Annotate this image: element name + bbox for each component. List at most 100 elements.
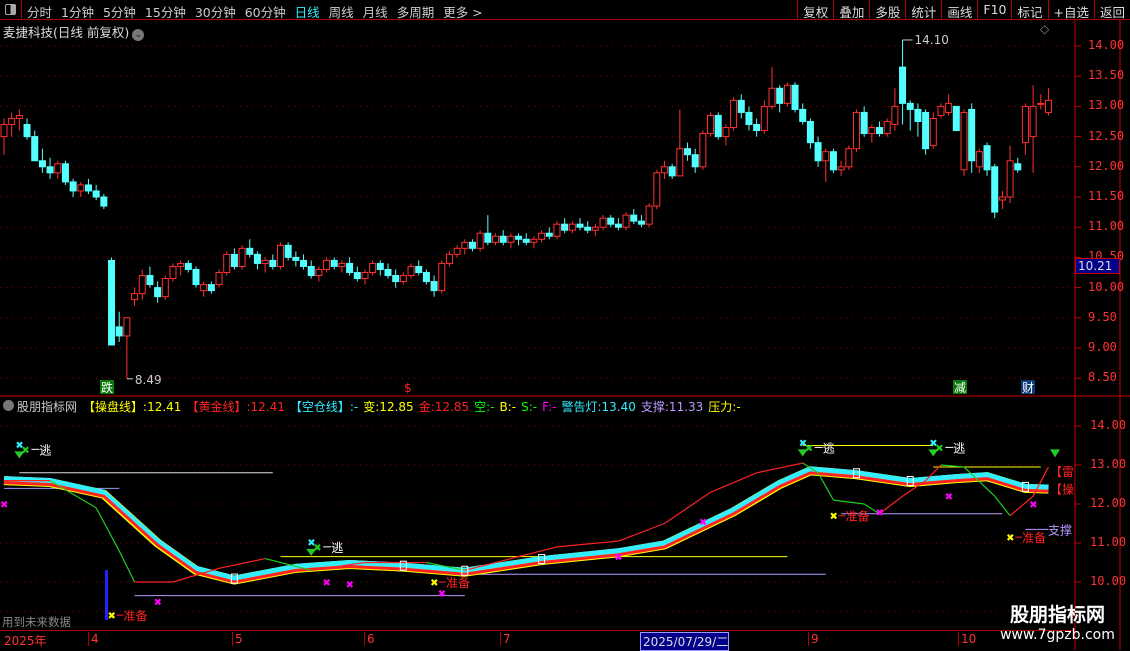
candle-down (684, 148, 692, 156)
fast-line-segment (833, 499, 865, 505)
candle-down (952, 105, 960, 132)
indicator-item: 警告灯:13.40 (561, 400, 635, 414)
candle-down (253, 253, 261, 264)
candle-down (69, 181, 77, 192)
year-label: 2025年 (4, 634, 47, 648)
candle-up (822, 151, 830, 162)
high-price-label: 14.10 (915, 33, 949, 47)
candle-down (269, 259, 277, 267)
indicator-item-value: :12.41 (246, 400, 285, 414)
collapse-icon[interactable] (3, 400, 14, 411)
candle-up (476, 232, 484, 249)
fast-line-segment (994, 495, 1011, 517)
candle-down (791, 84, 799, 110)
candle-up (945, 102, 953, 113)
candle-down (922, 111, 930, 150)
candle-up (568, 223, 576, 231)
escape-label: 逃 (823, 441, 835, 455)
candle-up (338, 262, 346, 267)
candle-up (54, 163, 62, 174)
candle-up (177, 262, 185, 267)
kline-chart[interactable]: 14.108.49跌 $ 减财✖✖ 逃✖✖ 逃✖✖ 逃 ✖✖ 逃✖ 准备✖ 准备✖ 准备✖ 准备✖✖✖… (0, 0, 1130, 650)
candle-up (461, 241, 469, 249)
support-label: 支撑 (1048, 522, 1072, 537)
magenta-cross-icon: ✖ (699, 518, 707, 529)
indicator-item: 【黄金线】:12.41 (186, 400, 284, 414)
magenta-cross-icon: ✖ (1029, 500, 1037, 511)
candle-up (123, 317, 131, 337)
time-axis: 2025年 4 5 6 7 2025/07/29/二 9 10 (0, 630, 1075, 651)
candle-up (599, 217, 607, 228)
candle-down (614, 223, 622, 228)
indicator-item: S:- (521, 400, 537, 414)
indicator-item-label: 【空仓线】 (289, 400, 350, 414)
ready-label: 准备 (446, 576, 470, 590)
candle-up (653, 172, 661, 207)
indicator-tick-label: 10.00 (1090, 574, 1127, 588)
cross-icon: ✖ (21, 445, 29, 456)
candle-up (369, 262, 377, 274)
candle-down (422, 272, 430, 283)
current-price-box: 10.21 (1075, 258, 1120, 274)
indicator-tick-label: 11.00 (1090, 535, 1127, 549)
indicator-item: 变:12.85 (363, 400, 413, 414)
candle-down (806, 121, 814, 144)
indicator-item: 压力:- (708, 400, 740, 414)
candle-up (538, 232, 546, 240)
indicator-item-value: :- (349, 400, 359, 414)
candle-up (975, 151, 983, 168)
magenta-cross-icon: ✖ (346, 580, 354, 591)
candle-up (553, 223, 561, 237)
candle-up (261, 259, 269, 264)
magenta-cross-icon: ✖ (154, 598, 162, 609)
candle-down (115, 326, 123, 337)
candle-up (161, 278, 169, 298)
escape-label: 逃 (331, 541, 343, 555)
yellow-cross-icon: ✖ (430, 578, 438, 589)
candle-down (630, 214, 638, 222)
price-tick-label: 14.00 (1088, 38, 1125, 52)
candle-up (0, 124, 8, 138)
magenta-cross-icon: ✖ (438, 589, 446, 600)
price-tick-label: 12.00 (1088, 158, 1125, 173)
indicator-item: F:- (542, 400, 556, 414)
down-arrow-icon (1050, 449, 1060, 458)
candle-down (499, 235, 507, 243)
candle-up (323, 259, 331, 270)
candle-up (891, 105, 899, 126)
fast-line-segment (118, 550, 136, 583)
candle-down (753, 124, 761, 132)
month-label: 9 (808, 632, 819, 646)
indicator-item-value: :- (732, 400, 741, 414)
candle-down (108, 259, 116, 346)
candle-down (737, 99, 745, 113)
candle-up (131, 293, 139, 301)
candle-down (561, 223, 569, 231)
candle-down (415, 265, 423, 273)
candle-down (829, 151, 837, 171)
magenta-cross-icon: ✖ (945, 492, 953, 503)
candle-down (330, 259, 338, 267)
yellow-cross-icon: ✖ (108, 611, 116, 622)
candle-down (46, 166, 54, 174)
candle-down (545, 232, 553, 237)
fast-line-segment (218, 558, 266, 569)
candle-down (876, 127, 884, 135)
candle-down (38, 160, 46, 168)
price-tick-label: 11.50 (1088, 189, 1125, 203)
yellow-cross-icon: ✖ (1006, 533, 1014, 544)
ready-label: 准备 (1022, 531, 1046, 545)
finance-signal: 财 (1022, 381, 1034, 395)
candle-down (576, 223, 584, 228)
candle-down (906, 102, 914, 110)
price-tick-label: 12.50 (1088, 128, 1125, 143)
month-label: 6 (364, 632, 375, 646)
candle-up (660, 166, 668, 174)
cross-icon: ✖ (313, 543, 321, 554)
indicator-item-label: 【黄金线】 (186, 400, 247, 414)
candle-up (768, 87, 776, 107)
indicator-item-label: 警告灯 (561, 400, 598, 414)
candle-up (407, 265, 415, 277)
candle-down (584, 226, 592, 231)
magenta-cross-icon: ✖ (614, 553, 622, 564)
